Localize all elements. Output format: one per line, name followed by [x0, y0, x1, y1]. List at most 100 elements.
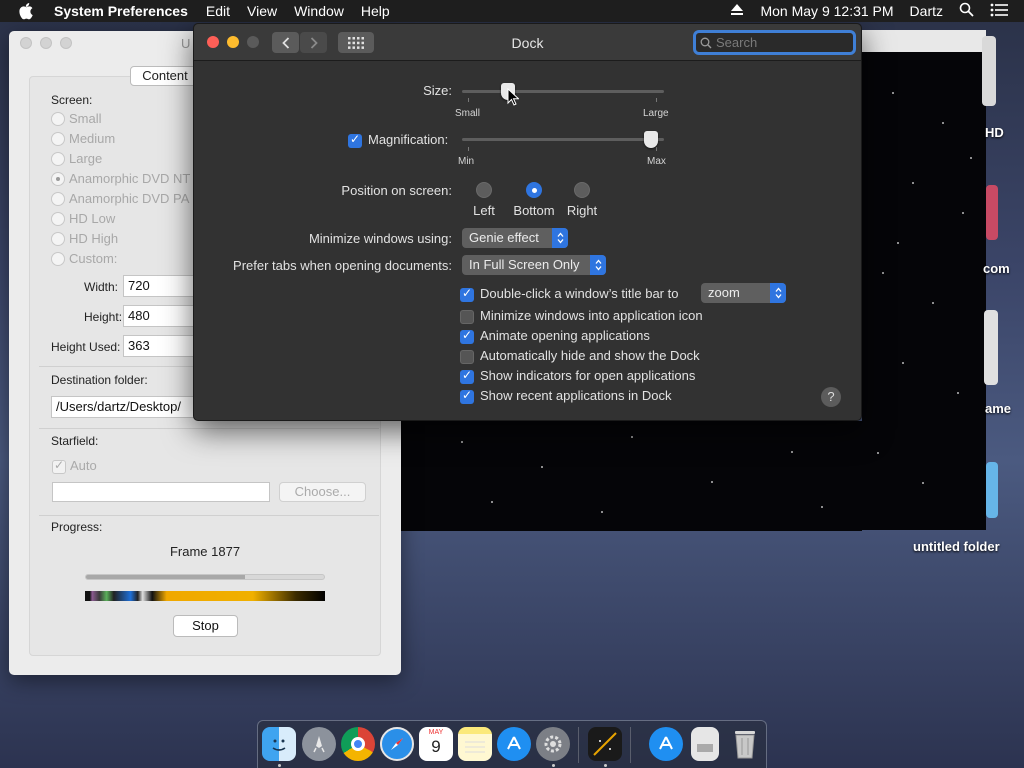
menu-help[interactable]: Help [361, 3, 390, 19]
starfield-app-icon[interactable] [588, 727, 622, 761]
checkbox-checked[interactable] [348, 132, 362, 148]
position-right-radio[interactable] [574, 182, 590, 198]
prefer-tabs-value: In Full Screen Only [469, 257, 580, 272]
mag-min-label: Min [458, 156, 475, 167]
notes-icon[interactable] [458, 727, 492, 761]
screen-label: Screen: [51, 93, 93, 107]
size-large-label: Large [643, 108, 669, 119]
desktop-label-untitled-folder[interactable]: untitled folder [913, 539, 1000, 554]
double-click-checkbox[interactable]: Double-click a window’s title bar to [460, 286, 678, 302]
position-right-label: Right [566, 203, 598, 218]
zoom-button[interactable] [60, 37, 72, 49]
desktop-label-hd[interactable]: HD [985, 125, 1004, 140]
prefer-tabs-popup[interactable]: In Full Screen Only [462, 255, 606, 275]
stop-button[interactable]: Stop [173, 615, 238, 637]
screen-option-anamorphic-pal[interactable]: Anamorphic DVD PA [51, 191, 189, 206]
menu-window[interactable]: Window [294, 3, 344, 19]
radio[interactable] [51, 131, 65, 146]
screen-option-hd-low[interactable]: HD Low [51, 211, 115, 226]
checkbox-unchecked[interactable] [460, 309, 474, 324]
checkbox-unchecked[interactable] [460, 349, 474, 364]
magnification-checkbox[interactable]: Magnification: [348, 132, 448, 148]
minimize-label: Minimize windows using: [308, 231, 452, 246]
radio[interactable] [51, 191, 65, 206]
menu-view[interactable]: View [247, 3, 277, 19]
radio[interactable] [51, 111, 65, 126]
folder-icon[interactable] [986, 462, 998, 518]
mouse-pointer-icon [507, 88, 519, 106]
screen-option-small[interactable]: Small [51, 111, 102, 126]
desktop-label-ame[interactable]: ame [985, 401, 1011, 416]
screen-option-medium[interactable]: Medium [51, 131, 115, 146]
choose-button[interactable]: Choose... [279, 482, 366, 502]
desktop-label-com[interactable]: com [983, 261, 1010, 276]
dock-window-titlebar[interactable]: Dock Search [194, 24, 861, 61]
size-slider-track[interactable] [462, 90, 664, 93]
documents-stack-icon[interactable] [691, 727, 719, 761]
apple-icon[interactable] [18, 0, 36, 22]
radio[interactable] [51, 231, 65, 246]
app-menu-system-preferences[interactable]: System Preferences [54, 3, 188, 19]
finder-icon[interactable] [262, 727, 296, 761]
hard-drive-icon[interactable] [982, 36, 996, 106]
starfield-path-field[interactable] [52, 482, 270, 502]
position-bottom-radio[interactable] [526, 182, 542, 198]
search-field[interactable]: Search [693, 30, 856, 55]
radio[interactable] [51, 211, 65, 226]
notification-center-icon[interactable] [990, 3, 1008, 20]
magnification-slider-knob[interactable] [644, 131, 659, 148]
tab-content[interactable]: Content [130, 66, 200, 86]
show-indicators-checkbox[interactable]: Show indicators for open applications [460, 368, 695, 384]
double-click-action-popup[interactable]: zoom [701, 283, 786, 303]
checkbox-checked[interactable] [460, 368, 474, 384]
safari-icon[interactable] [380, 727, 414, 761]
width-field[interactable]: 720 [123, 275, 203, 297]
animate-opening-checkbox[interactable]: Animate opening applications [460, 328, 650, 344]
mag-max-label: Max [647, 156, 666, 167]
screen-option-hd-high[interactable]: HD High [51, 231, 118, 246]
screen-option-custom[interactable]: Custom: [51, 251, 117, 266]
auto-checkbox[interactable]: Auto [52, 458, 97, 474]
desktop-document-icon[interactable] [984, 310, 998, 385]
position-left-radio[interactable] [476, 182, 492, 198]
autohide-dock-checkbox[interactable]: Automatically hide and show the Dock [460, 348, 700, 364]
system-preferences-icon[interactable] [536, 727, 570, 761]
close-button[interactable] [20, 37, 32, 49]
radio[interactable] [51, 251, 65, 266]
chrome-icon[interactable] [341, 727, 375, 761]
prefer-tabs-label: Prefer tabs when opening documents: [233, 258, 452, 273]
checkbox[interactable] [52, 458, 66, 474]
launchpad-icon[interactable] [302, 727, 336, 761]
minimize-effect-popup[interactable]: Genie effect [462, 228, 568, 248]
minimize-button[interactable] [40, 37, 52, 49]
desktop-file-icon[interactable] [986, 185, 998, 240]
spotlight-search-icon[interactable] [959, 2, 974, 20]
dock-separator [578, 727, 579, 763]
starfield-preview-area [401, 421, 862, 531]
height-used-field[interactable]: 363 [123, 335, 203, 357]
clock-datetime[interactable]: Mon May 9 12:31 PM [760, 3, 893, 19]
screen-option-anamorphic-ntsc[interactable]: Anamorphic DVD NT [51, 171, 190, 186]
checkbox-checked[interactable] [460, 388, 474, 404]
position-bottom-label: Bottom [513, 203, 555, 218]
radio-selected[interactable] [51, 171, 65, 186]
show-recent-apps-checkbox[interactable]: Show recent applications in Dock [460, 388, 672, 404]
radio[interactable] [51, 151, 65, 166]
screen-option-large[interactable]: Large [51, 151, 102, 166]
menu-edit[interactable]: Edit [206, 3, 230, 19]
height-field[interactable]: 480 [123, 305, 203, 327]
magnification-slider-track[interactable] [462, 138, 664, 141]
app-store-downloads-icon[interactable] [649, 727, 683, 761]
checkbox-checked[interactable] [460, 328, 474, 344]
menu-bar: System Preferences Edit View Window Help… [0, 0, 1024, 22]
checkbox-checked[interactable] [460, 286, 474, 302]
app-store-icon[interactable] [497, 727, 531, 761]
calendar-icon[interactable]: MAY 9 [419, 727, 453, 761]
user-name[interactable]: Dartz [910, 3, 943, 19]
trash-icon[interactable] [728, 727, 762, 761]
destination-folder-label: Destination folder: [51, 373, 148, 387]
help-button[interactable]: ? [821, 387, 841, 407]
minimize-into-icon-checkbox[interactable]: Minimize windows into application icon [460, 308, 703, 324]
destination-folder-field[interactable]: /Users/dartz/Desktop/ [51, 396, 203, 418]
eject-icon[interactable] [730, 3, 744, 19]
